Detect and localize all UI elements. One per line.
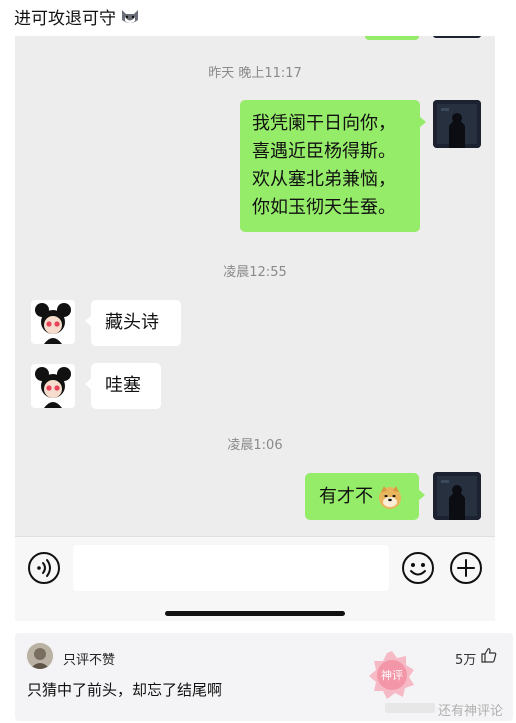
received-message[interactable]: 哇塞 (85, 363, 161, 409)
doge-emoji-icon (379, 485, 401, 509)
previous-message-avatar (433, 36, 481, 38)
home-indicator (165, 611, 345, 616)
post-title-text: 进可攻退可守 (14, 9, 116, 29)
voice-input-icon[interactable] (27, 551, 61, 585)
sent-message[interactable]: 有才不 (305, 473, 425, 520)
poem-line: 喜遇近臣杨得斯。 (252, 141, 396, 162)
commenter-avatar[interactable] (27, 643, 53, 669)
self-avatar[interactable] (433, 100, 481, 148)
watermark: 还有神评论 (438, 704, 504, 719)
previous-message-bubble (365, 36, 419, 40)
stamp-text: 神评 (381, 668, 403, 682)
poem-line: 你如玉彻天生蚕。 (252, 197, 396, 218)
more-options-plus-icon[interactable] (449, 551, 483, 585)
timestamp: 昨天 晚上11:17 (208, 66, 302, 81)
emoji-picker-icon[interactable] (401, 551, 435, 585)
chat-window: 昨天 晚上11:17 我凭阑干日向你， 喜遇近臣杨得斯。 欢从塞北弟兼恼， 你如… (15, 36, 495, 621)
poem-line: 我凭阑干日向你， (252, 113, 396, 134)
post-title: 进可攻退可守 (14, 4, 140, 29)
contact-avatar[interactable] (31, 364, 75, 408)
timestamp: 凌晨1:06 (227, 438, 283, 453)
chat-input-bar (15, 536, 495, 621)
husky-emoji-icon (120, 8, 140, 26)
self-avatar[interactable] (433, 472, 481, 520)
like-count: 5万 (455, 653, 477, 668)
sent-message-poem[interactable]: 我凭阑干日向你， 喜遇近臣杨得斯。 欢从塞北弟兼恼， 你如玉彻天生蚕。 (240, 100, 426, 232)
timestamp: 凌晨12:55 (223, 265, 287, 280)
contact-avatar[interactable] (31, 300, 75, 344)
commenter-username[interactable]: 只评不赞 (63, 649, 115, 668)
poem-line: 欢从塞北弟兼恼， (252, 169, 396, 190)
thumbs-up-icon[interactable] (481, 647, 497, 663)
received-message[interactable]: 藏头诗 (85, 300, 181, 346)
shenping-stamp-logo: 神评 (365, 648, 419, 702)
comment-text: 只猜中了前头，却忘了结尾啊 (27, 681, 223, 699)
watermark-blur (385, 703, 435, 713)
message-text: 哇塞 (105, 375, 141, 396)
message-text: 藏头诗 (105, 312, 159, 333)
message-input[interactable] (73, 545, 389, 591)
message-text: 有才不 (319, 486, 373, 507)
